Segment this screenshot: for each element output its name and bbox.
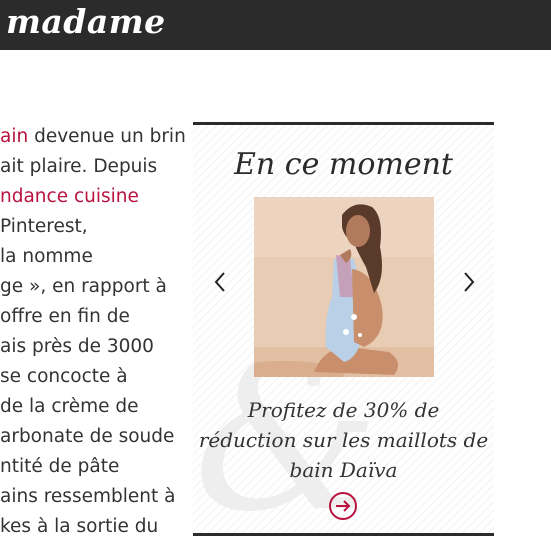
- article-line: Pinterest,: [0, 216, 88, 237]
- article-link[interactable]: ndance cuisine: [0, 182, 139, 212]
- article-line: ains ressemblent à: [0, 486, 176, 507]
- article-line: de la crème de: [0, 396, 139, 417]
- promo-go-button[interactable]: [328, 491, 358, 521]
- promo-text[interactable]: Profitez de 30% de réduction sur les mai…: [193, 395, 494, 485]
- swimsuit-model-photo: [254, 197, 434, 377]
- widget-title: En ce moment: [234, 147, 453, 182]
- article-line: offre en fin de: [0, 306, 130, 327]
- site-logo[interactable]: madame: [6, 2, 166, 41]
- article-line: ain devenue un brin: [0, 126, 185, 147]
- carousel-next-button[interactable]: [459, 267, 479, 297]
- article-link[interactable]: ain: [0, 126, 28, 147]
- promo-line: réduction sur les maillots de: [198, 428, 489, 452]
- chevron-right-icon: [464, 272, 475, 292]
- article-line: ntité de pâte: [0, 456, 120, 477]
- article-line: kes à la sortie du: [0, 516, 159, 537]
- swimsuit-product-image[interactable]: [254, 197, 434, 377]
- article-line: ge », en rapport à: [0, 276, 167, 297]
- carousel-prev-button[interactable]: [210, 267, 230, 297]
- promo-line: Profitez de 30% de: [247, 398, 440, 422]
- arrow-right-circle-icon: [329, 492, 357, 520]
- article-line: arbonate de soude: [0, 426, 175, 447]
- en-ce-moment-widget: & En ce moment Profitez de 30% de réduct…: [193, 122, 494, 536]
- article-line: se concocte à: [0, 366, 128, 387]
- top-bar: madame: [0, 0, 551, 50]
- promo-line: bain Daïva: [289, 458, 398, 482]
- chevron-left-icon: [214, 272, 225, 292]
- article-line: la nomme: [0, 246, 93, 267]
- article-line: ais près de 3000: [0, 336, 154, 357]
- article-line: ait plaire. Depuis: [0, 156, 158, 177]
- article-text: ain devenue un brin ait plaire. Depuis n…: [0, 122, 185, 542]
